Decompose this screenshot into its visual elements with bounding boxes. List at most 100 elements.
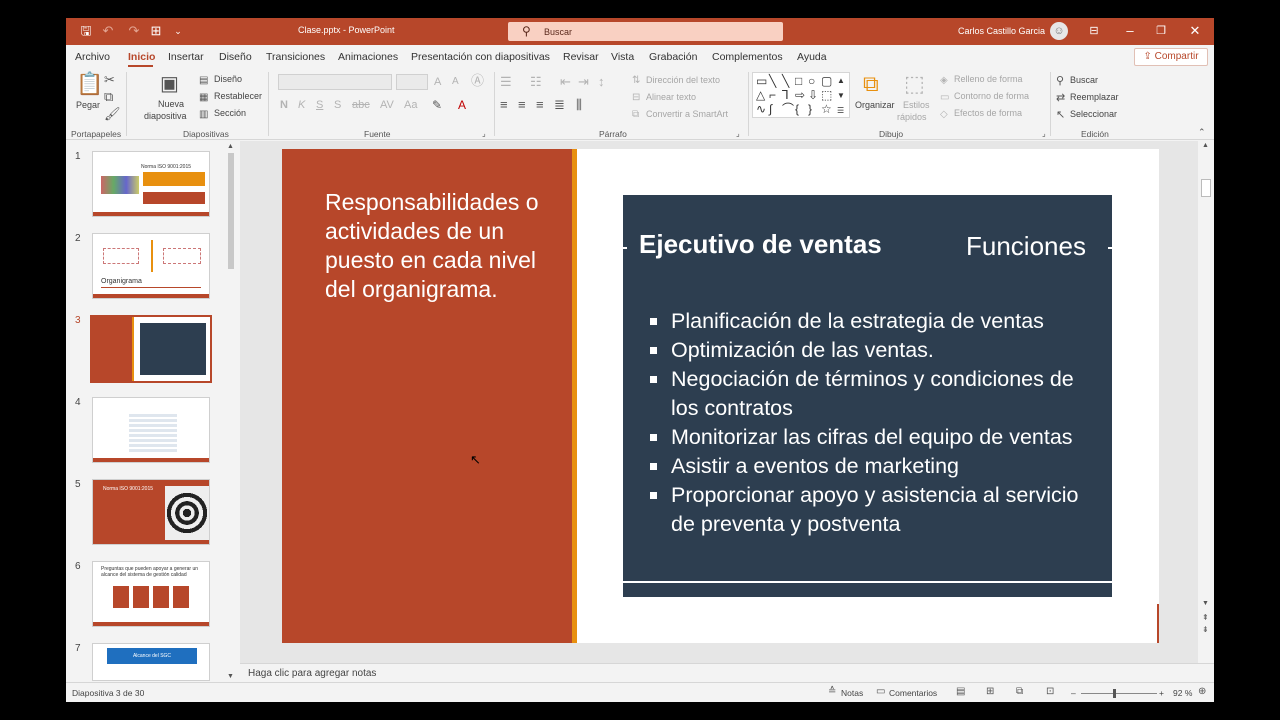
curve-shape-icon[interactable]: ∿ — [756, 103, 766, 115]
star-shape-icon[interactable]: ☆ — [821, 103, 832, 115]
bold-icon[interactable]: N — [280, 98, 288, 112]
line-spacing-icon[interactable]: ↕ — [598, 75, 605, 89]
connector-shape-icon[interactable]: ⌐ — [769, 89, 776, 101]
triangle-shape-icon[interactable]: △ — [756, 89, 765, 101]
brace-shape-icon[interactable]: } — [808, 103, 812, 115]
align-text-button[interactable]: Alinear texto — [646, 92, 696, 102]
shape-fill-button[interactable]: Relleno de forma — [954, 74, 1023, 84]
scroll-up-icon[interactable]: ▲ — [227, 143, 234, 150]
search-box[interactable]: ⚲ Buscar — [508, 22, 783, 41]
notes-placeholder[interactable]: Haga clic para agregar notas — [248, 668, 376, 679]
underline-icon[interactable]: S — [316, 98, 323, 112]
restore-icon[interactable]: ❐ — [1153, 23, 1169, 39]
redo-icon[interactable]: ↷ — [126, 23, 142, 39]
highlight-icon[interactable]: ✎ — [432, 98, 442, 112]
canvas-scrollbar[interactable]: ▲ ▼ ⇞ ⇟ — [1198, 141, 1214, 663]
section-button[interactable]: Sección — [214, 108, 246, 118]
shadow-icon[interactable]: S — [334, 98, 341, 112]
format-painter-icon[interactable]: 🖌 — [104, 107, 121, 121]
scroll-up-icon[interactable]: ▲ — [1202, 142, 1209, 149]
gallery-more-icon[interactable]: ☰ — [837, 105, 844, 117]
brace-shape-icon[interactable]: { — [795, 103, 799, 115]
paste-icon[interactable]: 📋 — [76, 72, 103, 96]
zoom-slider-thumb[interactable] — [1113, 689, 1116, 698]
rectangle-shape-icon[interactable]: □ — [795, 75, 802, 87]
undo-icon[interactable]: ↶ — [100, 23, 116, 39]
zoom-in-button[interactable]: + — [1159, 688, 1164, 698]
thumbnails-scroll-thumb[interactable] — [228, 153, 234, 269]
reset-button[interactable]: Restablecer — [214, 91, 262, 101]
shape-outline-button[interactable]: Contorno de forma — [954, 91, 1029, 101]
close-icon[interactable]: ✕ — [1187, 23, 1203, 39]
line-shape-icon[interactable]: ╲ — [769, 75, 776, 87]
panel-subtitle[interactable]: Funciones — [966, 231, 1086, 262]
justify-icon[interactable]: ≣ — [554, 98, 565, 112]
canvas-scroll-thumb[interactable] — [1201, 179, 1211, 197]
find-button[interactable]: Buscar — [1070, 75, 1098, 85]
bullet-list[interactable]: Planificación de la estrategia de ventas… — [645, 307, 1107, 539]
select-button[interactable]: Seleccionar — [1070, 109, 1117, 119]
quick-styles-label-1[interactable]: Estilos — [903, 100, 930, 110]
next-slide-icon[interactable]: ⇟ — [1202, 625, 1209, 634]
minimize-icon[interactable]: – — [1122, 23, 1138, 39]
new-slide-icon[interactable]: ▣ — [160, 73, 179, 95]
slide-thumbnail-1[interactable]: Norma ISO 9001:2015 — [92, 151, 210, 217]
increase-indent-icon[interactable]: ⇥ — [578, 75, 589, 89]
tab-ayuda[interactable]: Ayuda — [797, 51, 827, 63]
italic-icon[interactable]: K — [298, 98, 305, 112]
tab-revisar[interactable]: Revisar — [563, 51, 599, 63]
save-icon[interactable]: 🖫 — [78, 23, 94, 39]
gallery-up-icon[interactable]: ▲ — [837, 75, 845, 87]
bullets-icon[interactable]: ☰ — [500, 75, 512, 89]
normal-view-icon[interactable]: ▤ — [956, 686, 965, 697]
rounded-rect-shape-icon[interactable]: ▢ — [821, 75, 832, 87]
oval-shape-icon[interactable]: ○ — [808, 75, 815, 87]
font-color-icon[interactable]: A — [458, 98, 466, 112]
zoom-out-button[interactable]: – — [1071, 688, 1076, 698]
paragraph-dialog-launcher-icon[interactable]: ⌟ — [736, 127, 740, 141]
slide-thumbnail-2[interactable]: Organigrama — [92, 233, 210, 299]
current-slide[interactable]: Responsabilidades o actividades de un pu… — [282, 149, 1159, 643]
slide-thumbnail-3[interactable] — [90, 315, 212, 383]
slide-thumbnail-6[interactable]: Preguntas que pueden apoyar a generar un… — [92, 561, 210, 627]
zoom-level[interactable]: 92 % — [1173, 688, 1192, 698]
tab-complementos[interactable]: Complementos — [712, 51, 783, 63]
font-size-combo[interactable] — [396, 74, 428, 90]
callout-shape-icon[interactable]: ⬚ — [821, 89, 832, 101]
gallery-down-icon[interactable]: ▼ — [837, 90, 845, 102]
character-spacing-icon[interactable]: AV — [380, 98, 394, 112]
user-name[interactable]: Carlos Castillo Garcia — [958, 26, 1045, 36]
font-dialog-launcher-icon[interactable]: ⌟ — [482, 127, 486, 141]
cut-icon[interactable]: ✂ — [104, 73, 115, 87]
comments-button[interactable]: Comentarios — [889, 688, 937, 698]
replace-button[interactable]: Reemplazar — [1070, 92, 1119, 102]
freeform-shape-icon[interactable]: ∫ — [769, 103, 772, 115]
arrange-button[interactable]: Organizar — [855, 100, 895, 110]
collapse-ribbon-icon[interactable]: ⌃ — [1198, 125, 1206, 139]
arrow-shape-icon[interactable]: ⇨ — [795, 89, 805, 101]
content-panel[interactable]: Ejecutivo de ventas Funciones Planificac… — [623, 195, 1112, 597]
tab-grabacion[interactable]: Grabación — [649, 51, 697, 63]
tab-vista[interactable]: Vista — [611, 51, 634, 63]
slide-sorter-icon[interactable]: ⊞ — [986, 686, 994, 697]
arrange-icon[interactable]: ⧉ — [863, 72, 879, 96]
tab-inicio[interactable]: Inicio — [128, 51, 155, 63]
new-slide-label-1[interactable]: Nueva — [158, 99, 184, 109]
change-case-icon[interactable]: Aa — [404, 98, 417, 112]
tab-diseno[interactable]: Diseño — [219, 51, 252, 63]
font-name-combo[interactable] — [278, 74, 392, 90]
columns-icon[interactable]: ⫼ — [576, 98, 582, 112]
line-shape-icon[interactable]: ╲ — [782, 75, 789, 87]
zoom-slider-track[interactable] — [1081, 693, 1157, 694]
quick-styles-label-2[interactable]: rápidos — [897, 112, 927, 122]
share-button[interactable]: ⇪ Compartir — [1134, 48, 1208, 66]
slide-thumbnail-4[interactable] — [92, 397, 210, 463]
reading-view-icon[interactable]: ⧉ — [1016, 686, 1023, 697]
convert-smartart-button[interactable]: Convertir a SmartArt — [646, 109, 728, 119]
arc-shape-icon[interactable]: ⌒ — [782, 103, 794, 115]
tab-insertar[interactable]: Insertar — [168, 51, 204, 63]
increase-font-icon[interactable]: A — [434, 75, 441, 89]
slideshow-icon[interactable]: ⊡ — [1046, 686, 1054, 697]
drawing-dialog-launcher-icon[interactable]: ⌟ — [1042, 127, 1046, 141]
clear-formatting-icon[interactable]: Ⓐ — [471, 74, 484, 88]
